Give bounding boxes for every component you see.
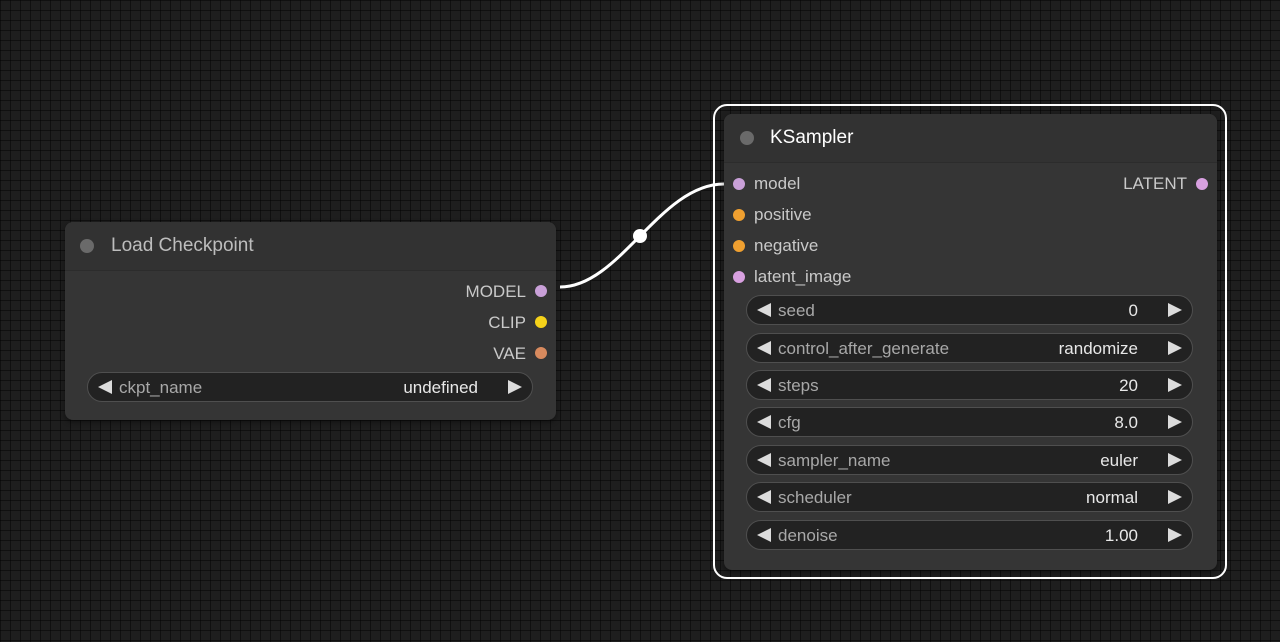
scheduler-widget[interactable]: scheduler normal [746, 482, 1193, 512]
increment-arrow-icon[interactable] [1168, 303, 1182, 317]
node-title: KSampler [770, 127, 854, 148]
output-slot-latent-icon[interactable] [1196, 178, 1208, 190]
ckpt-name-widget[interactable]: ckpt_name undefined [87, 372, 533, 402]
load-checkpoint-node[interactable]: Load Checkpoint MODEL CLIP VAE ckpt_name… [65, 222, 556, 420]
input-slot-model-icon[interactable] [733, 178, 745, 190]
widget-name: control_after_generate [778, 339, 950, 358]
decrement-arrow-icon[interactable] [757, 303, 771, 317]
input-slot-negative-icon[interactable] [733, 240, 745, 252]
increment-arrow-icon[interactable] [1168, 415, 1182, 429]
increment-arrow-icon[interactable] [1168, 453, 1182, 467]
denoise-widget[interactable]: denoise 1.00 [746, 520, 1193, 550]
node-title-bar[interactable]: Load Checkpoint [65, 222, 556, 271]
output-slot-vae-icon[interactable] [535, 347, 547, 359]
widget-name: denoise [778, 526, 838, 545]
control-after-generate-widget[interactable]: control_after_generate randomize [746, 333, 1193, 363]
widget-name: sampler_name [778, 451, 891, 470]
widget-value: 20 [1119, 376, 1138, 395]
increment-arrow-icon[interactable] [1168, 341, 1182, 355]
input-label-model: model [754, 174, 801, 193]
output-label-latent: LATENT [1123, 174, 1187, 193]
input-slot-latent-image-icon[interactable] [733, 271, 745, 283]
widget-value: 1.00 [1104, 526, 1138, 545]
output-label-vae: VAE [493, 344, 526, 363]
input-label-negative: negative [754, 236, 819, 255]
decrement-arrow-icon[interactable] [757, 415, 771, 429]
widget-value: 8.0 [1114, 413, 1138, 432]
widget-value: 0 [1128, 301, 1138, 320]
link-midpoint-handle[interactable] [633, 229, 647, 243]
widget-value: normal [1086, 488, 1138, 507]
widget-name: cfg [778, 413, 801, 432]
increment-arrow-icon[interactable] [1168, 378, 1182, 392]
input-slot-positive-icon[interactable] [733, 209, 745, 221]
sampler-name-widget[interactable]: sampler_name euler [746, 445, 1193, 475]
increment-arrow-icon[interactable] [1168, 490, 1182, 504]
widget-name: ckpt_name [119, 378, 203, 397]
increment-arrow-icon[interactable] [508, 380, 522, 394]
ksampler-node[interactable]: KSampler model positive negative latent_… [724, 114, 1217, 570]
cfg-widget[interactable]: cfg 8.0 [746, 407, 1193, 437]
decrement-arrow-icon[interactable] [757, 341, 771, 355]
widget-value: euler [1100, 451, 1138, 470]
collapse-toggle-icon[interactable] [740, 131, 754, 145]
node-title: Load Checkpoint [111, 235, 254, 256]
collapse-toggle-icon[interactable] [80, 239, 94, 253]
widget-value: randomize [1058, 339, 1138, 358]
input-label-positive: positive [754, 205, 812, 224]
output-slot-model-icon[interactable] [535, 285, 547, 297]
widget-name: seed [778, 301, 815, 320]
widget-name: scheduler [778, 488, 852, 507]
decrement-arrow-icon[interactable] [98, 380, 112, 394]
input-label-latent-image: latent_image [754, 267, 852, 286]
seed-widget[interactable]: seed 0 [746, 295, 1193, 325]
output-label-clip: CLIP [488, 313, 526, 332]
decrement-arrow-icon[interactable] [757, 378, 771, 392]
decrement-arrow-icon[interactable] [757, 490, 771, 504]
output-label-model: MODEL [465, 282, 526, 301]
widget-value: undefined [403, 378, 478, 397]
decrement-arrow-icon[interactable] [757, 528, 771, 542]
steps-widget[interactable]: steps 20 [746, 370, 1193, 400]
decrement-arrow-icon[interactable] [757, 453, 771, 467]
widget-name: steps [778, 376, 819, 395]
increment-arrow-icon[interactable] [1168, 528, 1182, 542]
output-slot-clip-icon[interactable] [535, 316, 547, 328]
node-title-bar[interactable]: KSampler [724, 114, 1217, 163]
